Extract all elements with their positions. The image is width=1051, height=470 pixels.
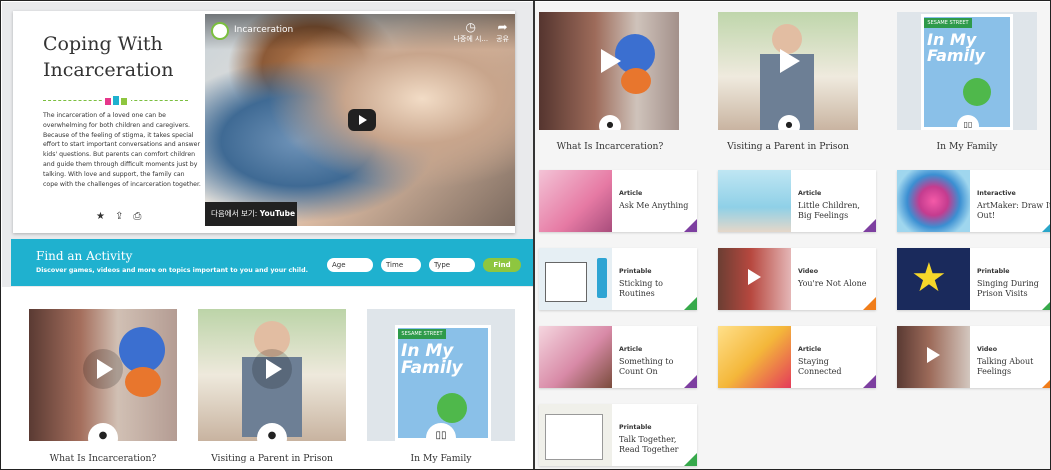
resource-card[interactable]: Article Staying Connected	[718, 326, 876, 388]
play-icon: ●	[88, 423, 118, 441]
hero-description: The incarceration of a loved one can be …	[43, 112, 201, 188]
resource-thumbnail	[718, 326, 791, 388]
play-overlay-icon[interactable]	[252, 349, 292, 389]
hero-actions: ★ ⇪ ⎙	[96, 211, 141, 222]
screenshot-frame: Coping With Incarceration The incarcerat…	[0, 0, 1051, 470]
resource-thumbnail	[718, 248, 791, 310]
resource-card[interactable]: Interactive ArtMaker: Draw It Out!	[897, 170, 1050, 232]
page-title: Coping With Incarceration	[43, 33, 174, 81]
video-share-button[interactable]: ➦ 공유	[496, 20, 509, 44]
book-title: In My Family	[401, 341, 463, 378]
top-card-caption[interactable]: What Is Incarceration?	[535, 141, 685, 152]
age-select[interactable]: Age	[327, 258, 373, 272]
card-caption[interactable]: Visiting a Parent in Prison	[192, 453, 352, 464]
resource-type-badge	[863, 297, 876, 310]
find-activity-bar: Find an Activity Discover games, videos …	[11, 239, 533, 286]
type-select[interactable]: Type	[429, 258, 475, 272]
resource-type-badge	[684, 453, 697, 466]
resource-type-badge	[863, 375, 876, 388]
card-what-is-incarceration[interactable]: ●	[29, 309, 177, 441]
resource-type-badge	[684, 219, 697, 232]
resource-type-badge	[1042, 297, 1050, 310]
video-title[interactable]: Incarceration	[234, 25, 293, 35]
channel-logo[interactable]	[211, 22, 229, 40]
top-card-visiting-parent[interactable]: ●	[718, 12, 858, 130]
resource-thumbnail	[718, 170, 791, 232]
resource-thumbnail	[539, 248, 612, 310]
play-icon: ●	[599, 115, 621, 130]
resource-card[interactable]: ★ Printable Singing During Prison Visits	[897, 248, 1050, 310]
top-card-caption[interactable]: Visiting a Parent in Prison	[713, 141, 863, 152]
book-icon: ▯▯	[957, 115, 979, 130]
play-overlay-icon[interactable]	[595, 46, 625, 76]
video-top-actions: ◷ 나중에 시... ➦ 공유	[453, 20, 509, 44]
resource-thumbnail	[539, 404, 612, 466]
youtube-logo: YouTube	[259, 209, 296, 218]
play-overlay-icon[interactable]	[927, 347, 940, 363]
resource-thumbnail	[539, 170, 612, 232]
houses-icon	[103, 95, 131, 105]
book-brand: SESAME STREET	[924, 18, 972, 28]
video-player[interactable]: Incarceration ◷ 나중에 시... ➦ 공유 다음에서 보기: You…	[205, 14, 515, 226]
watch-later-button[interactable]: ◷ 나중에 시...	[453, 20, 488, 44]
play-overlay-icon[interactable]	[774, 46, 804, 76]
book-brand: SESAME STREET	[398, 329, 446, 339]
resource-thumbnail	[539, 326, 612, 388]
star-illustration-icon: ★	[911, 255, 947, 301]
activity-subtitle: Discover games, videos and more on topic…	[36, 267, 308, 274]
activity-title: Find an Activity	[36, 249, 133, 263]
title-divider	[43, 95, 188, 105]
hero-card: Coping With Incarceration The incarcerat…	[13, 11, 515, 233]
top-card-caption[interactable]: In My Family	[892, 141, 1042, 152]
clock-icon: ◷	[465, 20, 477, 34]
card-caption[interactable]: What Is Incarceration?	[23, 453, 183, 464]
resource-type-badge	[684, 375, 697, 388]
resource-thumbnail: ★	[897, 248, 970, 310]
time-select[interactable]: Time	[381, 258, 421, 272]
right-pane: ● What Is Incarceration? ● Visiting a Pa…	[535, 2, 1050, 469]
resource-card[interactable]: Printable Talk Together, Read Together	[539, 404, 697, 466]
resource-type-badge	[684, 297, 697, 310]
share-arrow-icon: ➦	[497, 20, 508, 34]
resource-type-badge	[1042, 219, 1050, 232]
top-card-what-is-incarceration[interactable]: ●	[539, 12, 679, 130]
card-visiting-parent[interactable]: ●	[198, 309, 346, 441]
resource-thumbnail	[897, 326, 970, 388]
play-icon: ●	[778, 115, 800, 130]
resource-card[interactable]: Article Ask Me Anything	[539, 170, 697, 232]
left-pane: Coping With Incarceration The incarcerat…	[2, 2, 533, 469]
play-overlay-icon[interactable]	[83, 349, 123, 389]
card-caption[interactable]: In My Family	[361, 453, 521, 464]
resource-card[interactable]: Article Something to Count On	[539, 326, 697, 388]
star-icon[interactable]: ★	[96, 211, 105, 222]
resource-thumbnail	[897, 170, 970, 232]
top-card-in-my-family[interactable]: SESAME STREET In My Family ▯▯	[897, 12, 1037, 130]
resource-type-badge	[863, 219, 876, 232]
resource-card[interactable]: Video Talking About Feelings	[897, 326, 1050, 388]
video-play-button[interactable]	[348, 109, 376, 131]
resource-card[interactable]: Video You're Not Alone	[718, 248, 876, 310]
featured-cards: ● What Is Incarceration? ● Visiting a Pa…	[2, 287, 533, 469]
resource-card[interactable]: Article Little Children, Big Feelings	[718, 170, 876, 232]
book-title: In My Family	[927, 30, 985, 65]
play-overlay-icon[interactable]	[748, 269, 761, 285]
find-button[interactable]: Find	[483, 258, 521, 272]
card-in-my-family[interactable]: SESAME STREET In My Family ▯▯	[367, 309, 515, 441]
watch-on-youtube[interactable]: 다음에서 보기: YouTube	[205, 202, 297, 226]
share-icon[interactable]: ⇪	[115, 211, 123, 222]
resource-card[interactable]: Printable Sticking to Routines	[539, 248, 697, 310]
print-icon[interactable]: ⎙	[133, 211, 141, 222]
resource-type-badge	[1042, 375, 1050, 388]
